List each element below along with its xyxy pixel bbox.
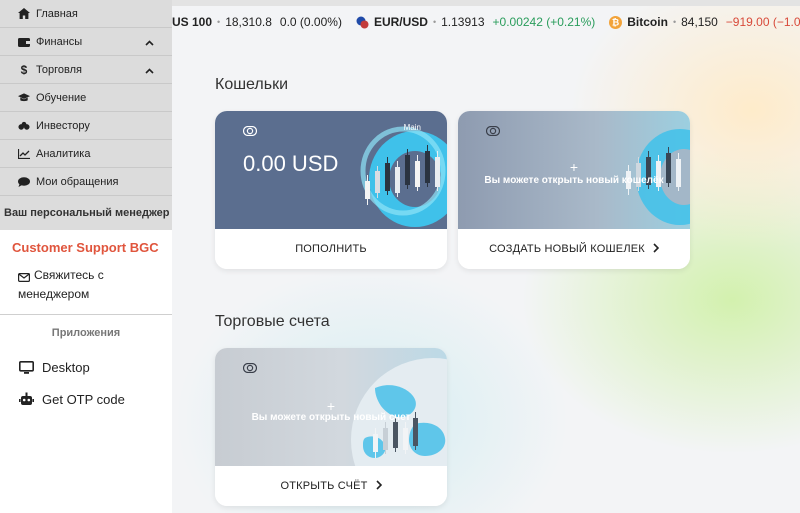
bitcoin-icon: ₿ [609, 15, 623, 29]
line-chart-icon [18, 148, 30, 160]
ticker-change: +0.00242 (+0.21%) [492, 15, 596, 29]
deposit-button[interactable]: ПОПОЛНИТЬ [215, 229, 447, 269]
ticker-price: 1.13913 [441, 15, 485, 29]
app-item-desktop[interactable]: Desktop [0, 351, 172, 383]
svg-text:₿: ₿ [612, 17, 619, 28]
wallet-balance: 0.00 USD [243, 151, 339, 176]
sidebar-item-label: Аналитика [36, 147, 91, 160]
ticker-symbol: Bitcoin [627, 15, 668, 29]
create-wallet-button[interactable]: СОЗДАТЬ НОВЫЙ КОШЕЛЕК [458, 229, 690, 269]
contact-label-line1: Свяжитесь с [34, 268, 104, 282]
sidebar-item-finance[interactable]: Финансы [0, 28, 172, 56]
new-account-hint: Вы можете открыть новый счет [251, 412, 411, 423]
chevron-right-icon [653, 242, 660, 256]
contact-manager-link[interactable]: Свяжитесь с менеджером [0, 262, 172, 314]
ticker-change: 0.0 (0.00%) [279, 15, 342, 29]
ticker-separator: • [432, 17, 437, 27]
robot-icon [18, 391, 34, 407]
manager-section-title: Ваш персональный менеджер [0, 196, 172, 230]
ticker-item[interactable]: US 100 • 18,310.8 0.0 (0.00%) [172, 15, 342, 29]
open-account-button[interactable]: ОТКРЫТЬ СЧЁТ [215, 466, 447, 506]
wallet-icon [18, 36, 30, 48]
home-icon [18, 8, 30, 20]
wallet-card-header: Main 0.00 USD [215, 111, 447, 229]
open-account-button-label: ОТКРЫТЬ СЧЁТ [280, 480, 368, 492]
wallet-tag: Main [403, 123, 421, 132]
apps-section-title: Приложения [51, 327, 121, 339]
accounts-title: Торговые счета [215, 313, 330, 330]
sidebar-item-trading[interactable]: $ Торговля [0, 56, 172, 84]
wallets-title: Кошельки [215, 76, 289, 93]
deposit-button-label: ПОПОЛНИТЬ [295, 243, 367, 255]
sidebar-item-label: Обучение [36, 91, 87, 104]
ticker-separator: • [217, 17, 221, 27]
bank-logo-icon [242, 360, 258, 378]
handshake-icon [18, 120, 30, 132]
create-wallet-button-label: СОЗДАТЬ НОВЫЙ КОШЕЛЕК [489, 243, 645, 255]
sidebar-item-education[interactable]: Обучение [0, 84, 172, 112]
new-account-card-header: + Вы можете открыть новый счет [215, 348, 447, 466]
chevron-right-icon [375, 479, 382, 493]
new-wallet-hint: Вы можете открыть новый кошелёк [484, 175, 664, 186]
contact-label-line2: менеджером [18, 287, 90, 301]
market-ticker: US 100 • 18,310.8 0.0 (0.00%) EUR/USD • … [172, 8, 800, 36]
main-wallet-card[interactable]: Main 0.00 USD ПОПОЛНИТЬ [215, 111, 447, 269]
ticker-price: 18,310.8 [225, 15, 272, 29]
manager-name: Customer Support BGC [12, 240, 159, 255]
sidebar-item-label: Торговля [36, 63, 82, 76]
euro-dollar-icon [356, 16, 369, 29]
sidebar-item-label: Главная [36, 7, 78, 20]
new-wallet-card[interactable]: + Вы можете открыть новый кошелёк СОЗДАТ… [458, 111, 690, 269]
ticker-change: −919.00 (−1.08%) [725, 15, 800, 29]
sidebar-item-home[interactable]: Главная [0, 0, 172, 28]
plus-icon: + [569, 159, 579, 175]
ticker-separator: • [672, 17, 677, 27]
app-item-label: Get OTP code [42, 391, 125, 407]
monitor-icon [18, 359, 34, 375]
new-account-card[interactable]: + Вы можете открыть новый счет ОТКРЫТЬ С… [215, 348, 447, 506]
app-item-label: Desktop [42, 359, 90, 375]
ticker-item[interactable]: EUR/USD • 1.13913 +0.00242 (+0.21%) [356, 15, 595, 29]
ticker-symbol: EUR/USD [373, 15, 428, 29]
sidebar-item-label: Мои обращения [36, 175, 119, 188]
envelope-icon [18, 269, 31, 288]
bank-logo-icon [485, 123, 501, 141]
app-item-otp[interactable]: Get OTP code [0, 383, 172, 415]
sidebar-item-analytics[interactable]: Аналитика [0, 140, 172, 168]
sidebar: Главная Финансы $ Торговля Обучение Инве… [0, 0, 172, 513]
sidebar-item-label: Финансы [36, 35, 83, 48]
ticker-item[interactable]: ₿ Bitcoin • 84,150 −919.00 (−1.08%) [609, 15, 800, 29]
ticker-price: 84,150 [681, 15, 718, 29]
top-bar-strip [172, 0, 800, 6]
graduation-cap-icon [18, 92, 30, 104]
sidebar-item-label: Инвестору [36, 119, 90, 132]
sidebar-item-investor[interactable]: Инвестору [0, 112, 172, 140]
dollar-icon: $ [20, 62, 28, 77]
sidebar-item-requests[interactable]: Мои обращения [0, 168, 172, 196]
bank-logo-icon [242, 123, 258, 141]
chevron-up-icon[interactable] [145, 37, 154, 49]
chevron-up-icon[interactable] [145, 65, 154, 77]
ticker-symbol: US 100 [172, 15, 213, 29]
chat-bubble-icon [18, 176, 30, 188]
new-wallet-card-header: + Вы можете открыть новый кошелёк [458, 111, 690, 229]
